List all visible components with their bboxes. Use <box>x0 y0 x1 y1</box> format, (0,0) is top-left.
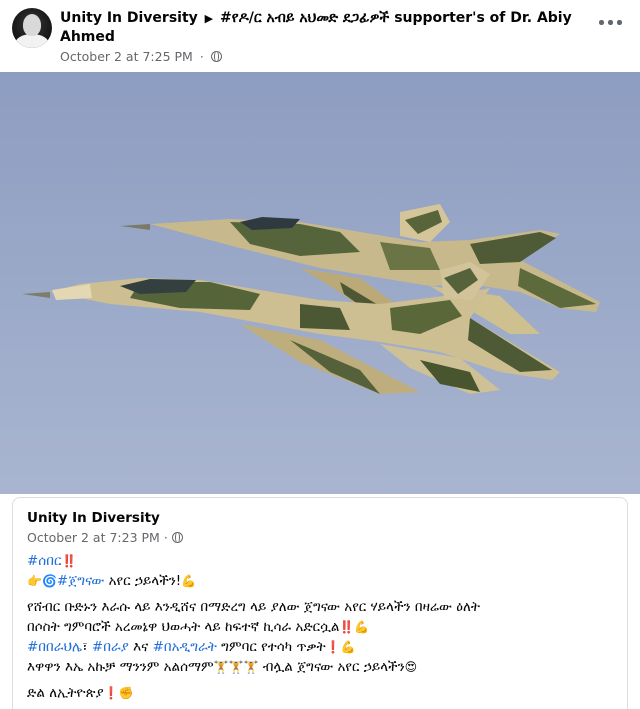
text-line-4: በሶስት ግምባሮች አረመኔዋ ህወሓት ላይ ከፍተኛ ኪሳራ አድርሷል‼… <box>27 617 617 637</box>
avatar-shoulders <box>15 34 49 48</box>
page-name-link[interactable]: Unity In Diversity <box>60 10 198 26</box>
text-line-7: ድል ለኢትዮጵያ❗✊ <box>27 683 617 703</box>
line-text: እዋዋን እኤ አኩቻ ማንንም አልሰማም <box>27 659 214 675</box>
shared-post-meta: October 2 at 7:23 PM · <box>27 530 183 545</box>
weightlifter-emoji: 🏋🏋🏋 <box>213 660 259 674</box>
more-options-icon[interactable] <box>596 12 626 32</box>
line-text: ብሏል ጀግናው አየር ኃይላችን <box>258 659 405 675</box>
exclamation-fist-emoji: ❗✊ <box>103 686 134 700</box>
exclamation-biceps-emoji: ❗💪 <box>325 640 356 654</box>
page-avatar[interactable] <box>12 8 52 48</box>
hashtag-link[interactable]: #በአዲግራት <box>153 639 217 655</box>
line-text: ድል ለኢትዮጵያ <box>27 685 104 701</box>
fighter-jets-image <box>0 72 640 494</box>
post-header: Unity In Diversity ▶ #የዶ/ር አብይ አህመድ ደጋፊዎ… <box>0 0 640 70</box>
cyclone-emoji: 🌀 <box>41 574 57 588</box>
text-line-6: እዋዋን እኤ አኩቻ ማንንም አልሰማም🏋🏋🏋 ብሏል ጀግናው አየር ኃ… <box>27 657 617 677</box>
public-globe-icon <box>210 51 222 62</box>
hashtag-link[interactable]: #በራያ <box>92 639 129 655</box>
text-line-3: የሸብር ቡድኑን እራሱ ላይ እንዲሸና በማድረግ ላይ ያለው ጀግናው… <box>27 599 480 615</box>
exclamation-biceps-emoji: ‼️💪 <box>339 620 370 634</box>
shared-public-globe-icon <box>171 532 183 543</box>
line-text: አየር ኃይላችን! <box>104 573 182 589</box>
line-text: እና <box>128 639 153 655</box>
shared-post-timestamp[interactable]: October 2 at 7:23 PM <box>27 530 160 545</box>
line-text: ፣ <box>82 639 92 655</box>
double-exclamation-emoji: ‼️ <box>61 554 77 568</box>
flexed-biceps-emoji: 💪 <box>181 574 197 588</box>
shared-page-name-link[interactable]: Unity In Diversity <box>27 510 160 526</box>
pointing-hand-emoji: 👉 <box>27 574 42 588</box>
post-title: Unity In Diversity ▶ #የዶ/ር አብይ አህመድ ደጋፊዎ… <box>60 9 580 47</box>
shared-post-card: Unity In Diversity October 2 at 7:23 PM … <box>12 497 628 709</box>
post-photo[interactable] <box>0 72 640 494</box>
facebook-post: Unity In Diversity ▶ #የዶ/ር አብይ አህመድ ደጋፊዎ… <box>0 0 640 709</box>
heart-eyes-emoji: 😍 <box>404 660 418 674</box>
group-name-part2: Ahmed <box>60 29 115 45</box>
line-text: በሶስት ግምባሮች አረመኔዋ ህወሓት ላይ ከፍተኛ ኪሳራ አድርሷል <box>27 619 340 635</box>
hashtag-link[interactable]: #በበራህሌ <box>27 639 82 655</box>
shared-post-text: #ሰበር‼️ 👉🌀#ጀግናው አየር ኃይላችን!💪 የሸብር ቡድኑን እራሱ… <box>27 551 617 703</box>
meta-separator: · <box>199 49 204 64</box>
group-name-part1: #የዶ/ር አብይ አህመድ ደጋፊዎች supporter's of Dr. … <box>220 10 572 26</box>
hashtag-link[interactable]: #ሰበር <box>27 553 61 569</box>
post-timestamp[interactable]: October 2 at 7:25 PM <box>60 49 193 64</box>
post-meta: October 2 at 7:25 PM · <box>60 49 222 64</box>
text-line-5: #በበራህሌ፣ #በራያ እና #በአዲግራት ግምባር የተሳካ ጥቃት❗💪 <box>27 637 617 657</box>
text-line-1: #ሰበር‼️ <box>27 551 617 571</box>
avatar-face <box>23 14 41 36</box>
shared-meta-separator: · <box>163 530 168 545</box>
hashtag-link[interactable]: #ጀግናው <box>57 573 104 589</box>
line-text: ግምባር የተሳካ ጥቃት <box>216 639 326 655</box>
text-line-2: 👉🌀#ጀግናው አየር ኃይላችን!💪 <box>27 571 617 591</box>
shared-to-arrow-icon: ▶ <box>204 12 214 25</box>
